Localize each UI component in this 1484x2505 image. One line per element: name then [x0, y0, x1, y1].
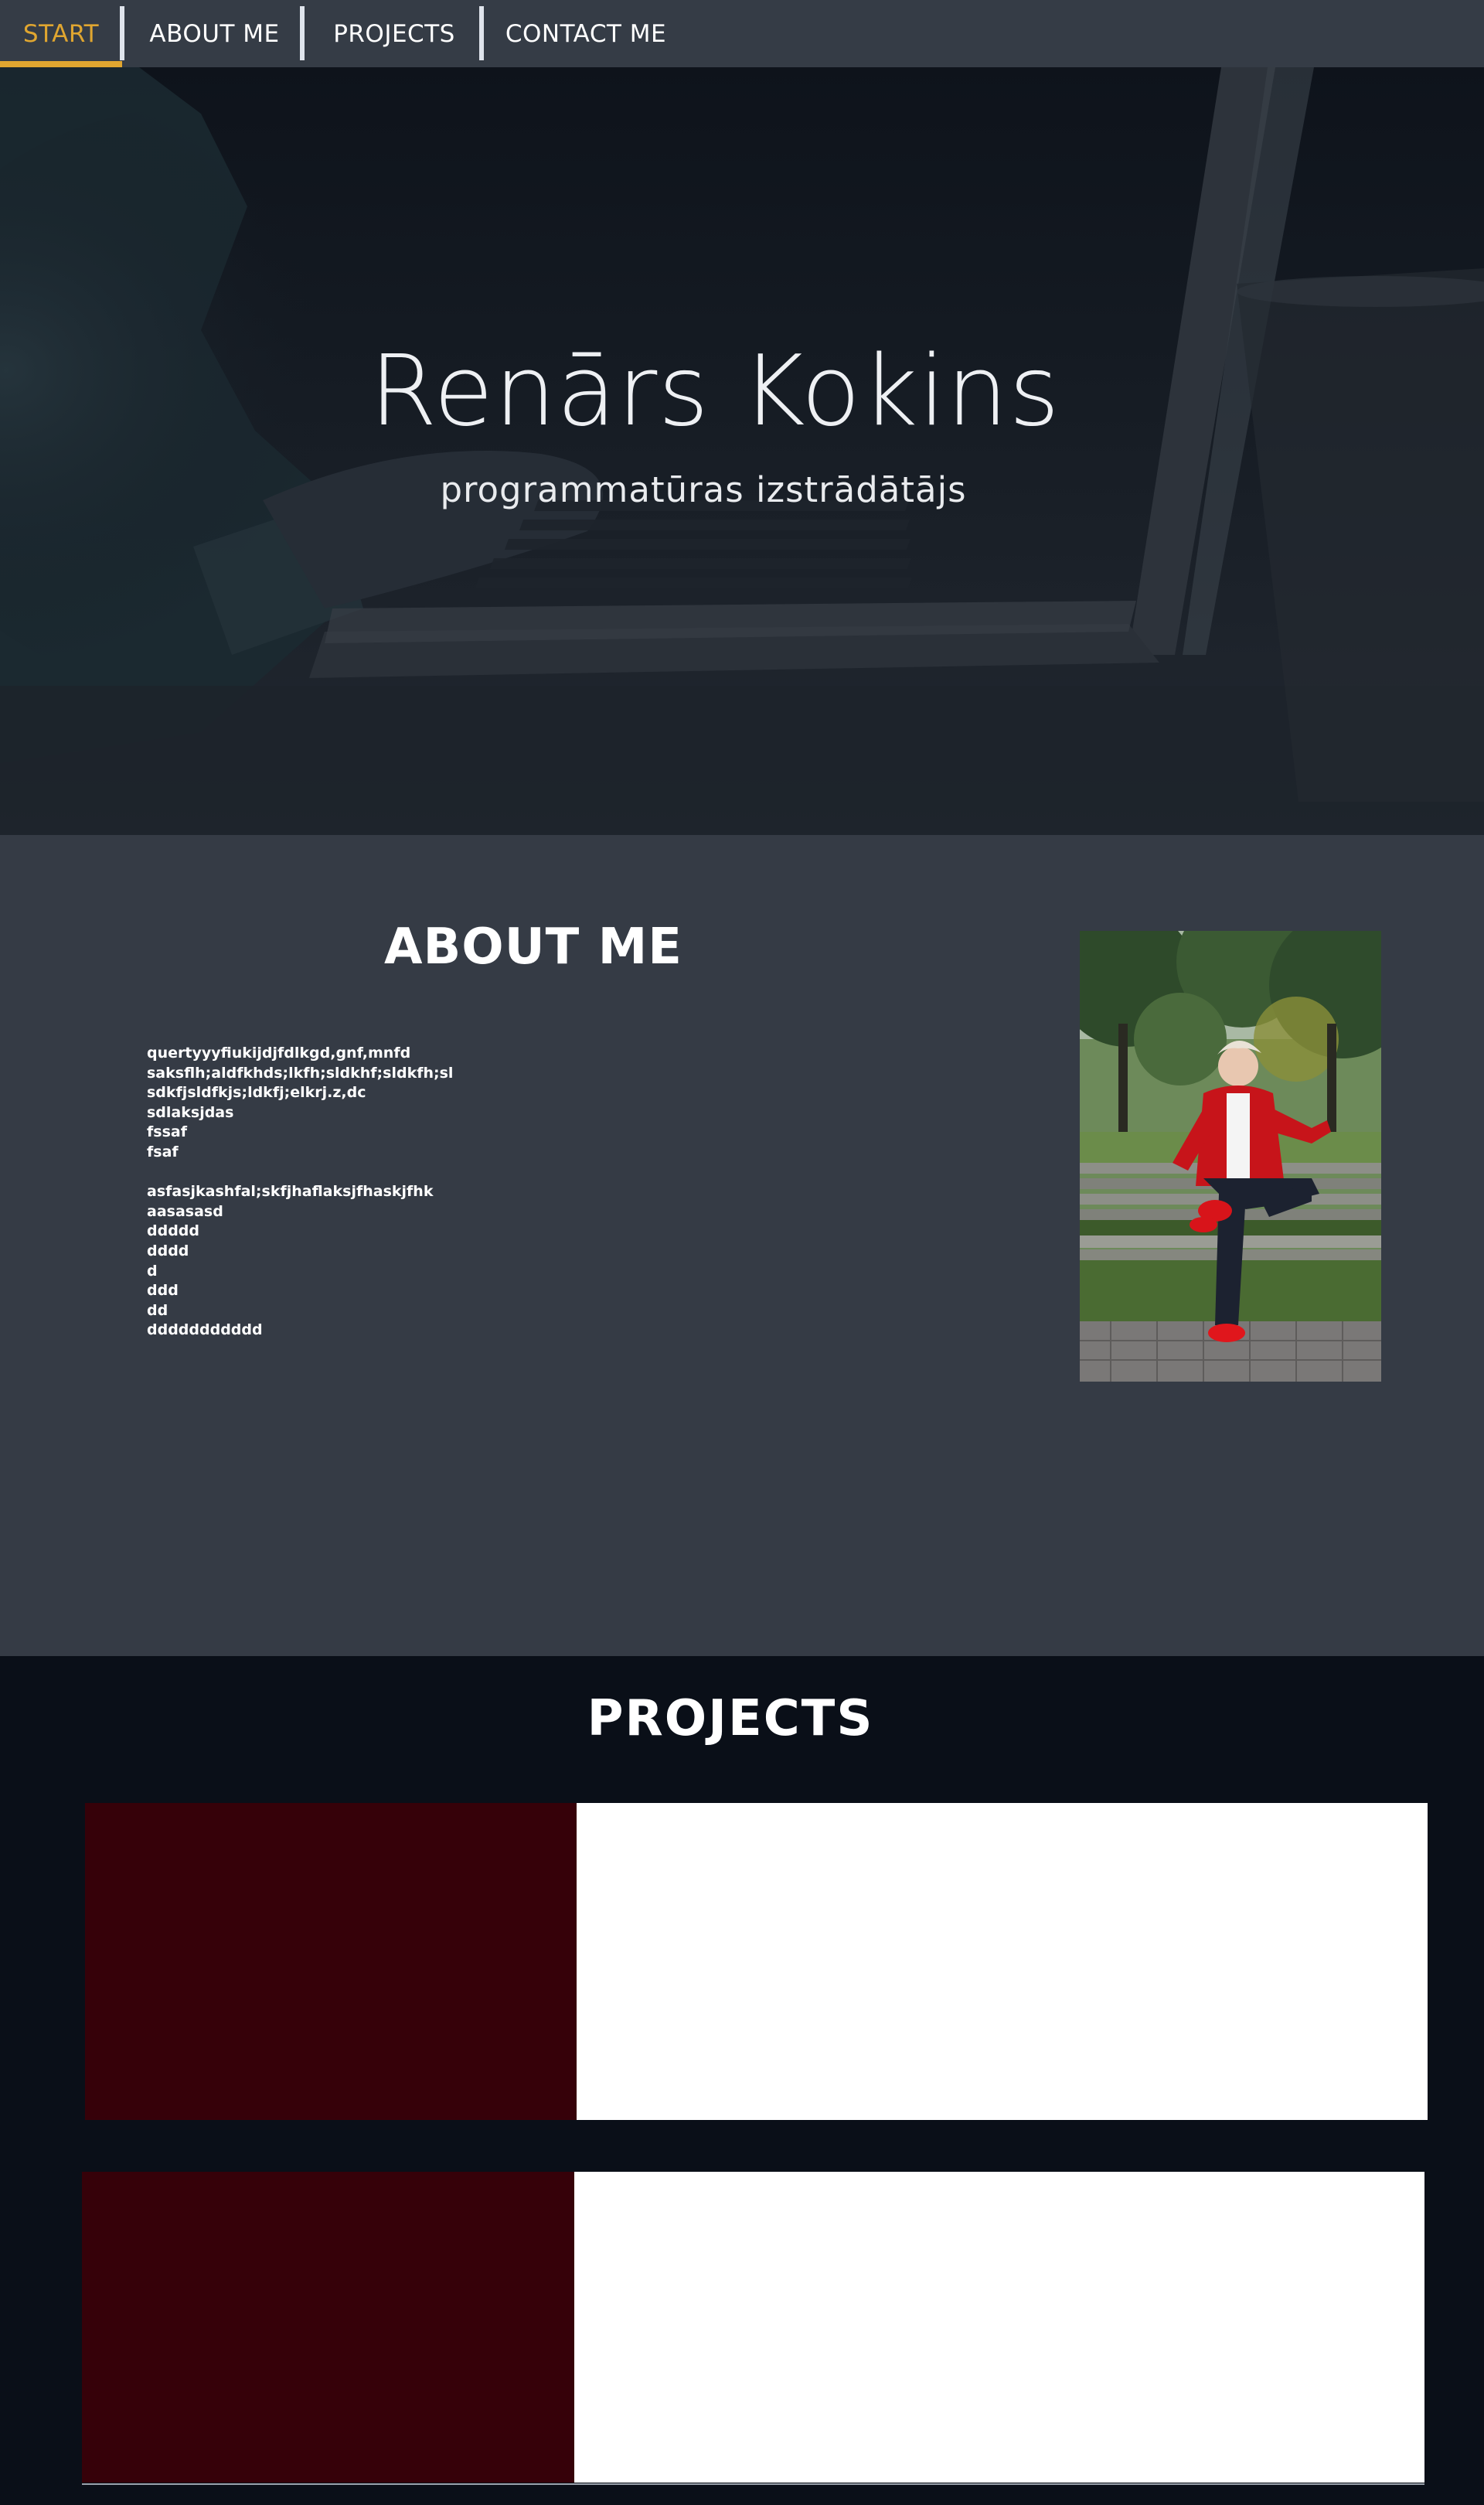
project-card-image — [82, 2172, 574, 2483]
about-line: dd — [147, 1301, 168, 1319]
about-line: ddd — [147, 1282, 179, 1300]
about-title: ABOUT ME — [383, 918, 683, 976]
projects-title: PROJECTS — [587, 1690, 874, 1747]
project-card-image — [85, 1803, 577, 2120]
hero-section: Renārs Kokins programmatūras izstrādātāj… — [0, 67, 1484, 835]
about-line: fssaf — [147, 1123, 187, 1141]
about-line: quertyyyfiukijdjfdlkgd,gnf,mnfd — [147, 1045, 411, 1062]
about-line: saksflh;aldfkhds;lkfh;sldkhf;sldkfh;sl — [147, 1064, 454, 1082]
nav-start[interactable]: START — [0, 0, 122, 67]
about-text: quertyyyfiukijdjfdlkgd,gnf,mnfd saksflh;… — [147, 1044, 611, 1341]
about-line: ddddddddddd — [147, 1321, 263, 1339]
projects-section: PROJECTS — [0, 1656, 1484, 2505]
project-card-body — [577, 1803, 1428, 2120]
nav-contact-me[interactable]: CONTACT ME — [484, 0, 688, 67]
about-line: dddd — [147, 1242, 189, 1259]
about-line: d — [147, 1262, 158, 1280]
about-line-gap — [147, 1163, 611, 1183]
card-bottom-border — [82, 2483, 1424, 2485]
about-line: asfasjkashfal;skfjhaflaksjfhaskjfhk — [147, 1183, 434, 1201]
nav-projects[interactable]: PROJECTS — [305, 0, 484, 67]
project-card[interactable] — [85, 1803, 1428, 2120]
project-card-body — [574, 2172, 1424, 2483]
top-navigation: START ABOUT ME PROJECTS CONTACT ME — [0, 0, 1484, 67]
hero-subtitle: programmatūras izstrādātājs — [440, 469, 967, 510]
profile-photo — [1080, 931, 1381, 1382]
about-line: sdlaksjdas — [147, 1103, 234, 1121]
about-line: sdkfjsldfkjs;ldkfj;elkrj.z,dc — [147, 1084, 366, 1102]
about-line: ddddd — [147, 1222, 200, 1240]
hero-title: Renārs Kokins — [369, 334, 1060, 448]
project-card[interactable] — [82, 2172, 1424, 2483]
about-line: fsaf — [147, 1143, 179, 1160]
about-line: aasasasd — [147, 1202, 223, 1220]
nav-about-me[interactable]: ABOUT ME — [124, 0, 305, 67]
hero-background-image — [0, 67, 1484, 835]
about-section: ABOUT ME quertyyyfiukijdjfdlkgd,gnf,mnfd… — [0, 835, 1484, 1656]
